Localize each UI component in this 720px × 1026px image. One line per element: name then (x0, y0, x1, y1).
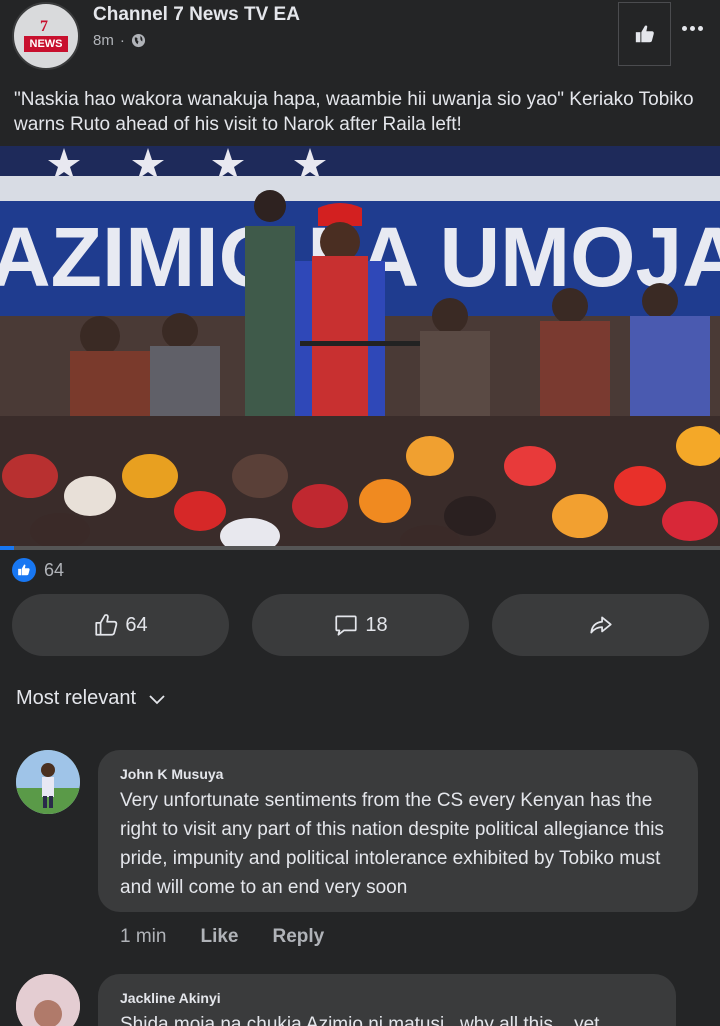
commenter-avatar[interactable] (16, 750, 80, 814)
page-avatar[interactable]: 7 NEWS (12, 2, 80, 70)
share-icon (589, 616, 612, 634)
page-name[interactable]: Channel 7 News TV EA (93, 4, 300, 26)
comment-actions: 1 min Like Reply (120, 926, 324, 948)
thumbs-up-icon (635, 25, 654, 43)
avatar-photo (16, 750, 80, 814)
avatar-photo (16, 974, 80, 1026)
video-progress-bar[interactable] (0, 546, 720, 550)
logo-number: 7 (40, 18, 48, 35)
reaction-count: 64 (44, 559, 65, 580)
comment-bubble: John K Musuya Very unfortunate sentiment… (98, 750, 698, 912)
comment-text: Very unfortunate sentiments from the CS … (120, 790, 664, 898)
comment-author[interactable]: Jackline Akinyi (120, 990, 221, 1006)
logo-text: NEWS (24, 36, 68, 52)
post-caption: "Naskia hao wakora wanakuja hapa, waambi… (14, 89, 694, 135)
comment-reply-button[interactable]: Reply (273, 926, 325, 948)
rally-photo-illustration: AZIMIO LA UMOJA (0, 146, 720, 550)
share-button[interactable] (492, 594, 709, 656)
commenter-avatar[interactable] (16, 974, 80, 1026)
comment-count: 18 (365, 613, 388, 636)
globe-icon (131, 33, 145, 48)
comment-bubble: Jackline Akinyi Shida moja na chukia Azi… (98, 974, 676, 1026)
comment-like-button[interactable]: Like (200, 926, 238, 948)
comment-author[interactable]: John K Musuya (120, 766, 223, 782)
dot-icon (681, 25, 687, 31)
sort-label: Most relevant (16, 687, 137, 709)
comment-icon (335, 615, 357, 636)
thumbs-up-icon (95, 614, 118, 636)
channel-logo: 7 NEWS (24, 18, 68, 56)
dot-icon (689, 25, 695, 31)
reactions-summary[interactable]: 64 (12, 558, 64, 582)
post-photo[interactable]: AZIMIO LA UMOJA (0, 146, 720, 550)
post-meta: 8m · (93, 32, 146, 49)
more-options-button[interactable] (676, 16, 708, 40)
chevron-down-icon (149, 694, 165, 704)
like-reaction-icon (12, 558, 36, 582)
post-header: 7 NEWS Channel 7 News TV EA 8m · (0, 0, 720, 80)
like-count: 64 (125, 613, 148, 636)
like-page-button[interactable] (618, 2, 671, 66)
comment-time[interactable]: 1 min (120, 926, 166, 948)
post-time[interactable]: 8m (93, 32, 114, 49)
meta-separator: · (119, 32, 125, 49)
like-button[interactable]: 64 (12, 594, 229, 656)
dot-icon (697, 25, 703, 31)
comment-sort-dropdown[interactable]: Most relevant (16, 687, 166, 710)
comment-button[interactable]: 18 (252, 594, 469, 656)
video-progress-fill (0, 546, 15, 550)
comment-text: Shida moja na chukia Azimio ni matusi...… (120, 1014, 600, 1026)
